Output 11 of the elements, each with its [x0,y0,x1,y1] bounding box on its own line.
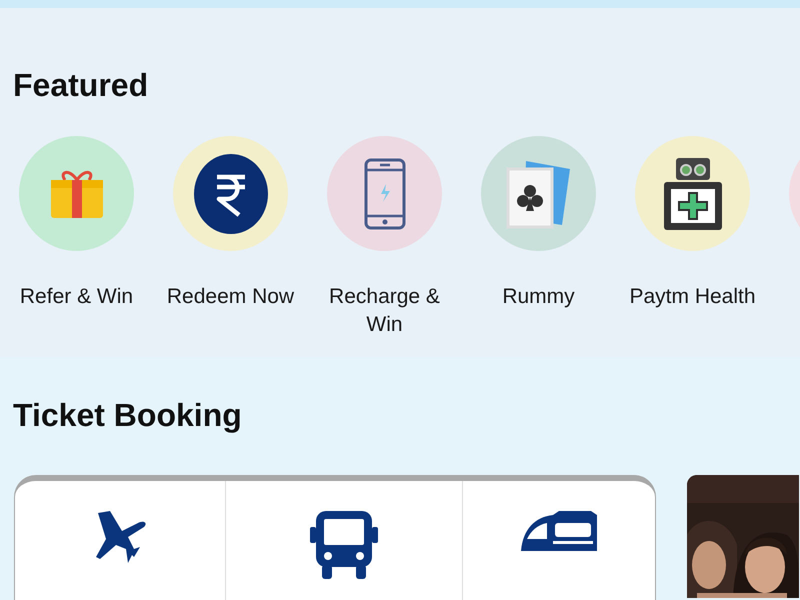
section-title: Ticket Booking [13,396,243,435]
shortcut-label: Redeem Now [166,284,296,310]
rupee-icon [192,152,268,234]
section-title: Featured [13,66,150,104]
shortcut-label: Recharge & Win [328,284,441,338]
bus-icon [310,509,378,579]
shortcut-label: Rummy [501,284,576,310]
shortcut-label: Refer & Win [18,284,134,310]
train-icon [519,509,599,553]
shortcut-label: Paytm Health [628,284,757,310]
phone-icon [364,158,406,230]
